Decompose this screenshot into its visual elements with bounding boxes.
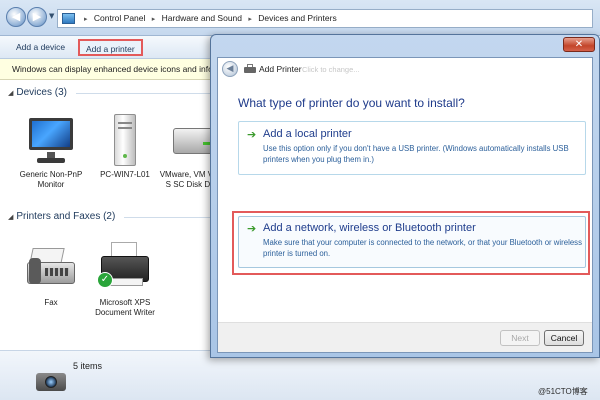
breadcrumb: ▸ Control Panel ▸ Hardware and Sound ▸ D… <box>80 13 337 23</box>
device-label: Fax <box>44 298 58 307</box>
printer-icon: ✓ <box>97 242 153 294</box>
camera-icon <box>36 367 66 393</box>
option-title: Add a local printer <box>263 128 352 140</box>
item-count: 5 items <box>73 361 103 371</box>
device-label: Microsoft XPS Document Writer <box>95 298 155 317</box>
watermark: @51CTO博客 <box>538 387 588 396</box>
close-button[interactable]: ✕ <box>563 37 595 52</box>
wizard-button-bar: Next Cancel <box>218 322 592 352</box>
add-printer-button[interactable]: Add a printer <box>78 39 143 56</box>
address-bar-area: ◀ ▶ ▼ ▸ Control Panel ▸ Hardware and Sou… <box>0 0 600 36</box>
recent-pages-dropdown-icon[interactable]: ▼ <box>49 12 54 20</box>
wizard-question: What type of printer do you want to inst… <box>238 96 465 110</box>
back-arrow-icon: ◀ <box>11 10 21 23</box>
add-local-printer-option[interactable]: ➔ Add a local printer Use this option on… <box>238 121 586 175</box>
collapse-triangle-icon: ◢ <box>8 89 14 97</box>
add-network-printer-option[interactable]: ➔ Add a network, wireless or Bluetooth p… <box>238 216 586 268</box>
printer-icon <box>244 64 256 74</box>
add-printer-dialog: ✕ ◀ Add Printer Click to change... What … <box>210 34 600 358</box>
forward-button[interactable]: ▶ <box>27 7 47 27</box>
back-arrow-icon: ◀ <box>226 64 234 74</box>
close-icon: ✕ <box>574 39 584 50</box>
wizard-title: Add Printer <box>259 64 302 74</box>
printers-group-title: Printers and Faxes (2) <box>16 211 116 222</box>
computer-icon <box>97 114 153 166</box>
devices-group-header[interactable]: ◢ Devices (3) <box>8 87 67 98</box>
next-button[interactable]: Next <box>500 330 540 346</box>
option-description: Make sure that your computer is connecte… <box>263 238 582 258</box>
default-printer-check-icon: ✓ <box>97 272 113 288</box>
devices-group-title: Devices (3) <box>16 87 67 98</box>
device-item-fax[interactable]: Fax <box>12 242 90 308</box>
add-device-button[interactable]: Add a device <box>10 39 71 56</box>
option-description: Use this option only if you don't have a… <box>263 144 569 164</box>
breadcrumb-separator-icon: ▸ <box>84 15 88 23</box>
green-arrow-icon: ➔ <box>247 128 257 141</box>
group-divider <box>76 93 210 94</box>
option-title: Add a network, wireless or Bluetooth pri… <box>263 222 476 234</box>
device-label: PC-WIN7-L01 <box>100 170 150 179</box>
breadcrumb-separator-icon: ▸ <box>248 15 252 23</box>
breadcrumb-item-control-panel[interactable]: Control Panel <box>94 13 146 23</box>
group-divider <box>124 217 210 218</box>
collapse-triangle-icon: ◢ <box>8 213 14 221</box>
info-bar-text: Windows can display enhanced device icon… <box>12 64 223 74</box>
forward-arrow-icon: ▶ <box>32 10 42 23</box>
green-arrow-icon: ➔ <box>247 222 257 235</box>
wizard-ghost-text: Click to change... <box>302 65 360 74</box>
wizard-back-button[interactable]: ◀ <box>222 61 238 77</box>
control-panel-icon <box>62 13 75 24</box>
fax-icon <box>23 242 79 294</box>
breadcrumb-item-hardware-sound[interactable]: Hardware and Sound <box>162 13 242 23</box>
back-button[interactable]: ◀ <box>6 7 26 27</box>
device-label: Generic Non-PnP Monitor <box>19 170 83 189</box>
monitor-icon <box>23 114 79 166</box>
device-item-xps-printer[interactable]: ✓ Microsoft XPS Document Writer <box>86 242 164 318</box>
address-box[interactable]: ▸ Control Panel ▸ Hardware and Sound ▸ D… <box>57 9 593 28</box>
breadcrumb-item-devices-printers[interactable]: Devices and Printers <box>258 13 336 23</box>
device-item-monitor[interactable]: Generic Non-PnP Monitor <box>12 114 90 190</box>
breadcrumb-separator-icon: ▸ <box>151 15 156 23</box>
wizard-header: ◀ Add Printer Click to change... <box>218 58 592 80</box>
device-item-computer[interactable]: PC-WIN7-L01 <box>86 114 164 180</box>
printers-group-header[interactable]: ◢ Printers and Faxes (2) <box>8 211 115 222</box>
cancel-button[interactable]: Cancel <box>544 330 584 346</box>
wizard-panel: ◀ Add Printer Click to change... What ty… <box>217 57 593 353</box>
